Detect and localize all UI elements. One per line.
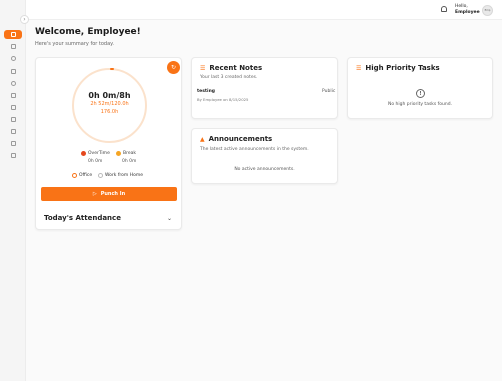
overtime-label: OverTime xyxy=(88,151,110,156)
sidebar-item-folders[interactable] xyxy=(4,42,22,50)
break-label: Break xyxy=(123,151,136,156)
sidebar-item-dashboard[interactable] xyxy=(4,30,22,39)
sidebar-item-leave[interactable] xyxy=(4,103,22,111)
user-greeting: Hello, Employee xyxy=(455,4,480,16)
top-bar xyxy=(26,0,502,20)
break-dot xyxy=(116,151,121,156)
notes-icon: ☰ xyxy=(200,64,206,72)
megaphone-icon: ▲ xyxy=(200,135,205,143)
info-icon: ! xyxy=(416,89,425,98)
refresh-icon: ↻ xyxy=(170,64,177,71)
attendance-card: ↻ 0h 0m/8h 2h 52m/120.0h 176.0h OverTime… xyxy=(35,57,182,230)
recent-notes-title: ☰ Recent Notes xyxy=(200,64,262,72)
sidebar-item-tasks[interactable] xyxy=(4,115,22,123)
wfh-radio[interactable] xyxy=(98,173,103,178)
sidebar-item-time[interactable] xyxy=(4,54,22,62)
bell-icon[interactable] xyxy=(441,6,447,12)
alarm-icon xyxy=(10,80,16,86)
chevron-down-icon[interactable]: ⌄ xyxy=(167,215,172,222)
overtime-value: 0h 0m xyxy=(88,159,103,164)
high-priority-tasks-card: ☰ High Priority Tasks ! No high priority… xyxy=(347,57,493,119)
office-label: Office xyxy=(79,173,93,178)
page-subtitle: Here's your summary for today. xyxy=(35,41,114,47)
clock-icon xyxy=(10,55,16,61)
chevron-right-icon: › xyxy=(23,16,26,23)
tasks-empty: No high priority tasks found. xyxy=(387,102,453,107)
document-icon xyxy=(10,128,16,134)
recent-notes-card: ☰ Recent Notes Your last 3 created notes… xyxy=(191,57,338,119)
wfh-option[interactable]: Work from Home xyxy=(98,173,143,178)
sidebar xyxy=(0,0,26,381)
chart-icon xyxy=(10,68,16,74)
sidebar-toggle-button[interactable]: › xyxy=(20,15,29,24)
worked-hours: 2h 52m/120.0h xyxy=(90,101,129,107)
punch-in-button[interactable]: ▷ Punch In xyxy=(41,187,177,201)
progress-ring-indicator xyxy=(109,68,114,70)
overtime-dot xyxy=(81,151,86,156)
folder-icon xyxy=(10,43,16,49)
recent-notes-title-text: Recent Notes xyxy=(209,64,263,72)
todays-attendance-title[interactable]: Today's Attendance xyxy=(44,214,121,222)
announcements-title: ▲ Announcements xyxy=(200,135,272,143)
announcements-card: ▲ Announcements The latest active announ… xyxy=(191,128,338,184)
play-icon: ▷ xyxy=(92,191,97,197)
recent-notes-subtitle: Your last 3 created notes. xyxy=(200,75,258,80)
clipboard-icon xyxy=(10,140,16,146)
office-radio[interactable] xyxy=(72,173,77,178)
page-title: Welcome, Employee! xyxy=(35,27,141,37)
sidebar-item-alarms[interactable] xyxy=(4,79,22,87)
menu-icon xyxy=(10,32,16,37)
calendar-check-icon xyxy=(10,104,16,110)
refresh-button[interactable]: ↻ xyxy=(167,61,180,74)
total-hours: 176.0h xyxy=(100,109,119,115)
users-icon xyxy=(10,152,16,158)
tasks-icon: ☰ xyxy=(356,64,362,72)
sidebar-item-notes[interactable] xyxy=(4,139,22,147)
wfh-label: Work from Home xyxy=(105,173,144,178)
avatar-text: Emp xyxy=(484,9,491,12)
sidebar-item-reports[interactable] xyxy=(4,67,22,75)
work-timer: 0h 0m/8h xyxy=(88,91,131,100)
greeting-username: Employee xyxy=(455,10,480,15)
tasks-title: ☰ High Priority Tasks xyxy=(356,64,440,72)
list-icon xyxy=(10,116,16,122)
announcements-subtitle: The latest active announcements in the s… xyxy=(200,147,309,152)
note-title[interactable]: testing xyxy=(197,89,215,94)
sidebar-item-documents[interactable] xyxy=(4,127,22,135)
office-option[interactable]: Office xyxy=(72,173,92,178)
announcements-empty: No active announcements. xyxy=(234,167,295,172)
tasks-title-text: High Priority Tasks xyxy=(365,64,440,72)
break-value: 0h 0m xyxy=(122,159,137,164)
note-visibility: Public xyxy=(322,89,336,94)
note-meta: By Employee on 8/15/2025 xyxy=(197,97,249,102)
sidebar-item-team[interactable] xyxy=(4,151,22,159)
overtime-legend: OverTime xyxy=(81,151,110,156)
calendar-icon xyxy=(10,92,16,98)
sidebar-item-calendar[interactable] xyxy=(4,91,22,99)
avatar[interactable]: Emp xyxy=(482,5,493,16)
announcements-title-text: Announcements xyxy=(208,135,273,143)
punch-in-label: Punch In xyxy=(100,191,126,197)
break-legend: Break xyxy=(116,151,136,156)
